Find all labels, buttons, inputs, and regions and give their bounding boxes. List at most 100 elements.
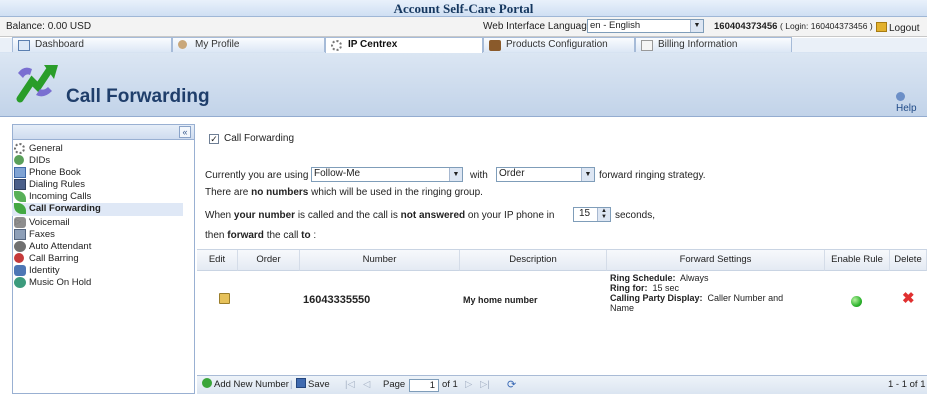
table-row[interactable]: 16043335550 My home number Ring Schedule…	[197, 271, 927, 325]
sidebar-item-label: Incoming Calls	[29, 191, 92, 202]
tab-ip-centrex-label: IP Centrex	[348, 39, 398, 50]
auto-attendant-icon	[14, 241, 26, 252]
language-select[interactable]: en - English ▼	[587, 19, 704, 33]
page-number-input[interactable]: 1	[409, 379, 439, 392]
tab-dashboard[interactable]: Dashboard	[12, 37, 172, 52]
sidebar-item-general[interactable]: General	[12, 143, 183, 155]
add-icon	[202, 378, 212, 388]
gear-icon	[331, 40, 342, 51]
sidebar-item-label: Identity	[29, 265, 60, 276]
cpd-value-line2: Name	[610, 303, 635, 313]
save-icon	[296, 378, 306, 388]
calling-party-display: Calling Party Display: Caller Number and	[610, 293, 820, 303]
column-header-forward-settings[interactable]: Forward Settings	[607, 250, 825, 271]
sidebar-item-label: Call Barring	[29, 253, 79, 264]
tab-my-profile[interactable]: My Profile	[172, 37, 325, 52]
sidebar-header	[13, 125, 194, 140]
seconds-stepper[interactable]: 15 ▲ ▼	[573, 207, 611, 222]
edit-icon[interactable]	[219, 293, 230, 304]
help-link[interactable]: Help	[896, 92, 927, 114]
sidebar-item-label: Auto Attendant	[29, 241, 92, 252]
did-icon	[14, 155, 24, 165]
prev-page-icon[interactable]: ◁	[363, 376, 370, 394]
row-number: 16043335550	[303, 294, 371, 306]
sidebar-item-faxes[interactable]: Faxes	[12, 229, 183, 241]
incoming-calls-icon	[14, 191, 26, 202]
chevron-down-icon: ▼	[690, 20, 703, 32]
expand-voicemail-icon[interactable]: ▷	[15, 217, 21, 226]
row-forward-settings: Ring Schedule: Always Ring for: 15 sec C…	[610, 273, 820, 313]
column-header-order[interactable]: Order	[238, 250, 300, 271]
text-bold: your number	[233, 210, 296, 221]
sidebar-item-dids[interactable]: DIDs	[12, 155, 183, 167]
sidebar-item-auto-attendant[interactable]: Auto Attendant	[12, 241, 183, 253]
sidebar-item-dialing-rules[interactable]: Dialing Rules	[12, 179, 183, 191]
text: is called and the call is	[297, 210, 398, 221]
ring-for-label: Ring for:	[610, 283, 648, 293]
column-header-delete[interactable]: Delete	[890, 250, 927, 271]
add-new-number-button[interactable]: Add New Number	[202, 376, 289, 394]
stepper-arrows-icon[interactable]: ▲ ▼	[597, 208, 610, 221]
sidebar-item-call-barring[interactable]: Call Barring	[12, 253, 183, 265]
sidebar-item-label: Faxes	[29, 229, 55, 240]
refresh-icon[interactable]: ⟳	[507, 376, 516, 394]
collapse-sidebar-button[interactable]: «	[179, 126, 191, 138]
ring-schedule: Ring Schedule: Always	[610, 273, 820, 283]
row-description: My home number	[463, 295, 538, 305]
first-page-icon[interactable]: |◁	[345, 376, 355, 394]
tab-products-configuration[interactable]: Products Configuration	[483, 37, 635, 52]
billing-icon	[641, 40, 653, 51]
page-header: Call Forwarding Help	[0, 53, 927, 117]
page-count: of 1	[442, 379, 458, 390]
text-bold: not answered	[400, 210, 466, 221]
sidebar-item-phone-book[interactable]: Phone Book	[12, 167, 183, 179]
tab-billing-information[interactable]: Billing Information	[635, 37, 792, 52]
delete-icon[interactable]: ✖	[902, 291, 915, 306]
language-label: Web Interface Language:	[483, 21, 596, 32]
sidebar-item-identity[interactable]: Identity	[12, 265, 183, 277]
tab-ip-centrex[interactable]: IP Centrex	[325, 37, 483, 53]
save-button[interactable]: Save	[296, 376, 330, 394]
next-page-icon[interactable]: ▷	[465, 376, 472, 394]
sidebar-item-voicemail[interactable]: Voicemail	[12, 217, 183, 229]
account-info: 160404373456 ( Login: 160404373456 )	[714, 17, 873, 36]
ring-schedule-value: Always	[680, 273, 709, 283]
help-label: Help	[896, 103, 917, 114]
text: There are	[205, 187, 249, 198]
call-barring-icon	[14, 253, 24, 263]
chevron-down-icon: ▼	[581, 168, 594, 181]
tab-products-label: Products Configuration	[506, 39, 608, 50]
lock-icon	[876, 22, 887, 32]
sidebar-item-call-forwarding[interactable]: Call Forwarding	[12, 203, 183, 216]
user-icon	[178, 40, 187, 49]
call-forwarding-checkbox[interactable]: ✓	[209, 134, 219, 144]
column-header-enable-rule[interactable]: Enable Rule	[825, 250, 890, 271]
using-prefix: Currently you are using	[205, 170, 309, 181]
last-page-icon[interactable]: ▷|	[480, 376, 490, 394]
chevron-down-icon: ▼	[449, 168, 462, 181]
sidebar-item-label: Dialing Rules	[29, 179, 85, 190]
balance-label: Balance: 0.00 USD	[6, 21, 92, 32]
sidebar-item-music-on-hold[interactable]: Music On Hold	[12, 277, 183, 289]
ring-for: Ring for: 15 sec	[610, 283, 820, 293]
text: then	[205, 230, 225, 241]
save-label: Save	[308, 379, 330, 390]
sidebar-item-label: Phone Book	[29, 167, 81, 178]
column-header-edit[interactable]: Edit	[197, 250, 238, 271]
column-header-description[interactable]: Description	[460, 250, 607, 271]
column-header-number[interactable]: Number	[300, 250, 460, 271]
forward-numbers-grid: Edit Order Number Description Forward Se…	[197, 249, 927, 325]
tab-my-profile-label: My Profile	[195, 39, 240, 50]
sidebar-item-incoming-calls[interactable]: Incoming Calls	[12, 191, 183, 203]
text: which will be used in the ringing group.	[311, 187, 483, 198]
sidebar-item-label: Music On Hold	[29, 277, 92, 288]
text-bold: forward	[227, 230, 264, 241]
page-title: Call Forwarding	[66, 86, 210, 107]
mode-select[interactable]: Follow-Me ▼	[311, 167, 463, 182]
cpd-value: Caller Number and	[707, 293, 784, 303]
enable-status-icon[interactable]	[851, 296, 862, 307]
strategy-select[interactable]: Order ▼	[496, 167, 595, 182]
main-panel: ✓ Call Forwarding Currently you are usin…	[197, 124, 927, 394]
page-label: Page	[383, 379, 406, 390]
timeout-sentence: When your number is called and the call …	[205, 210, 554, 221]
